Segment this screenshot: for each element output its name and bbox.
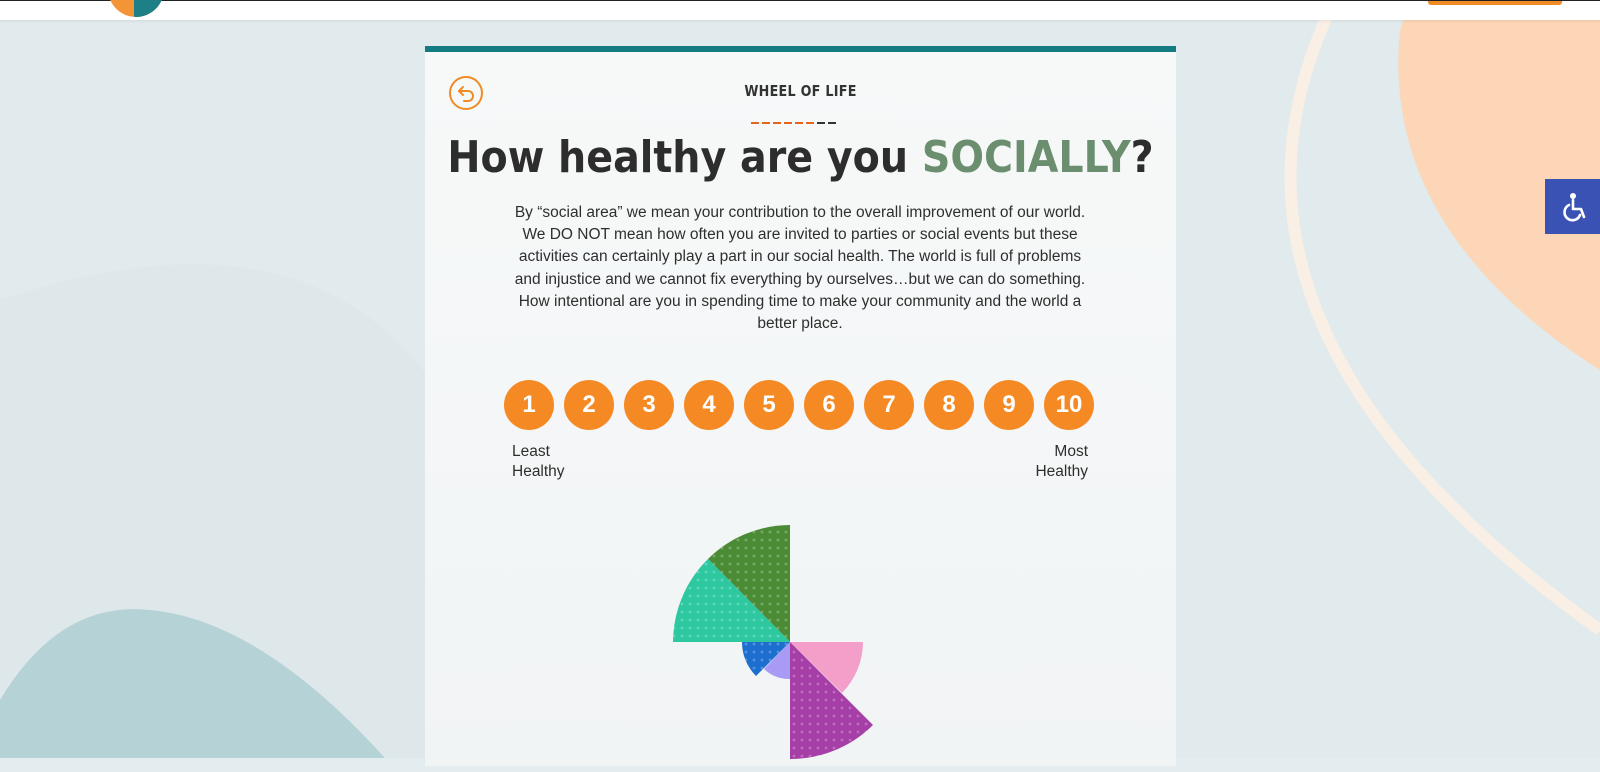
most-healthy-label: Most Healthy [1035,443,1088,480]
rating-button-5[interactable]: 5 [744,380,794,430]
rating-button-6[interactable]: 6 [804,380,854,430]
back-button[interactable] [449,76,483,110]
question-description: By “social area” we mean your contributi… [514,204,1086,333]
rating-button-4[interactable]: 4 [684,380,734,430]
rating-scale: 1 2 3 4 5 6 7 8 9 10 [504,380,1094,430]
rating-button-9[interactable]: 9 [984,380,1034,430]
wheel-of-life-graphic [673,525,873,760]
rating-button-2[interactable]: 2 [564,380,614,430]
section-eyebrow: WHEEL OF LIFE [744,82,857,100]
rating-button-7[interactable]: 7 [864,380,914,430]
title-prefix: How healthy are you [447,132,922,183]
least-healthy-label: Least Healthy [512,443,565,480]
top-cta-button[interactable] [1428,1,1562,5]
accessibility-button[interactable] [1545,179,1600,234]
rating-button-10[interactable]: 10 [1044,380,1094,430]
rating-button-1[interactable]: 1 [504,380,554,430]
title-divider [751,122,836,124]
site-logo[interactable] [108,0,164,17]
page-title: How healthy are you SOCIALLY? [425,132,1176,183]
wheelchair-icon [1562,192,1585,221]
rating-button-8[interactable]: 8 [924,380,974,430]
top-navigation-bar [0,0,1600,20]
title-suffix: ? [1130,132,1154,183]
title-accent: SOCIALLY [921,132,1131,183]
quiz-card: WHEEL OF LIFE How healthy are you SOCIAL… [425,46,1176,766]
rating-button-3[interactable]: 3 [624,380,674,430]
back-arrow-icon [458,86,474,102]
